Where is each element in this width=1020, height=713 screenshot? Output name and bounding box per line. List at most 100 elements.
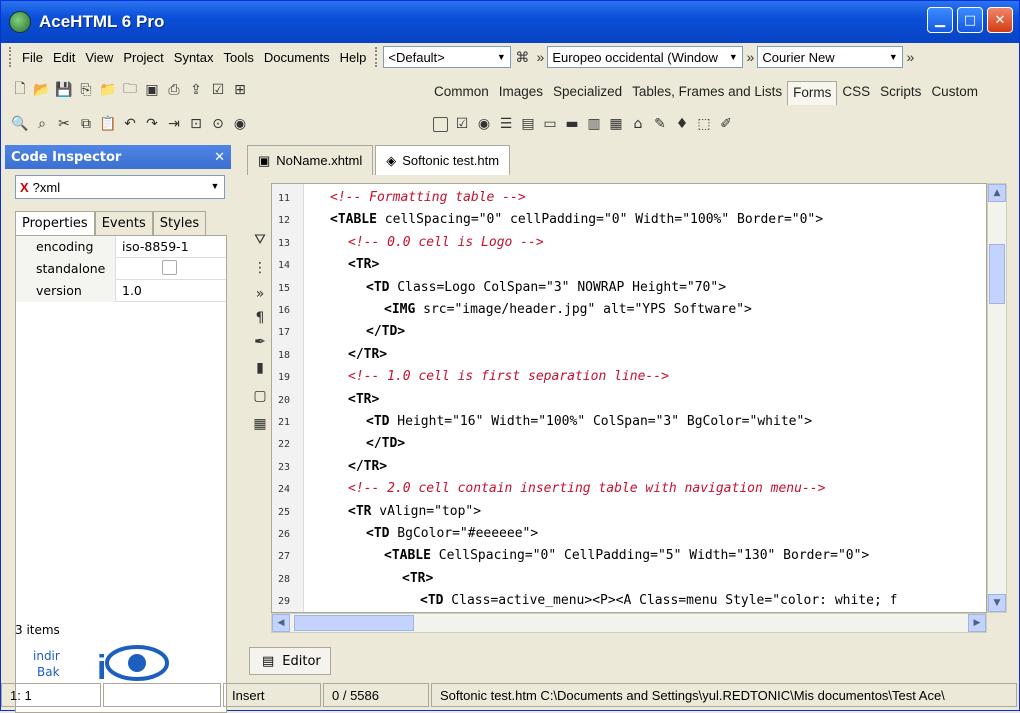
save-all-icon[interactable]: ⎘ [75,79,97,101]
horizontal-scrollbar[interactable]: ◀ ▶ [271,613,987,633]
tab-events[interactable]: Events [94,211,153,235]
code-line[interactable]: <IMG src="image/header.jpg" alt="YPS Sof… [384,302,752,317]
browser-icon[interactable]: ◉ [229,113,251,135]
legend-icon[interactable]: ⬚ [693,113,715,135]
tab-custom[interactable]: Custom [926,81,983,105]
scroll-up-icon[interactable]: ▲ [988,184,1006,202]
code-line[interactable]: <TD Height="16" Width="100%" ColSpan="3"… [366,414,812,429]
scroll-down-icon[interactable]: ▼ [988,594,1006,612]
code-line[interactable]: </TR> [348,347,387,362]
property-value[interactable]: 1.0 [116,283,142,298]
menu-tools[interactable]: Tools [219,50,259,65]
close-button[interactable]: ✕ [987,7,1013,33]
property-value[interactable] [116,259,177,278]
database-icon[interactable]: ▮ [249,357,271,379]
encoding-select[interactable]: Europeo occidental (Window ▼ [547,46,744,68]
property-row[interactable]: encoding iso-8859-1 [16,235,226,258]
menu-documents[interactable]: Documents [259,50,335,65]
comment-icon[interactable]: ▢ [249,385,271,407]
radio-icon[interactable]: ◉ [473,113,495,135]
code-line[interactable]: </TD> [366,436,405,451]
doc-tab-softonic[interactable]: ◈ Softonic test.htm [375,145,511,175]
tab-images[interactable]: Images [494,81,548,105]
open-file-icon[interactable]: 📂 [31,79,53,101]
scroll-thumb[interactable] [989,244,1005,304]
code-line[interactable]: <TD Class=active_menu><P><A Class=menu S… [420,593,897,608]
tab-css[interactable]: CSS [837,81,875,105]
preview-icon[interactable]: ▣ [141,79,163,101]
print-icon[interactable]: ⎙ [163,79,185,101]
menu-project[interactable]: Project [118,50,168,65]
tab-scripts[interactable]: Scripts [875,81,926,105]
cut-icon[interactable]: ✂ [53,113,75,135]
code-line[interactable]: <TD BgColor="#eeeeee"> [366,526,538,541]
property-value[interactable]: iso-8859-1 [116,239,189,254]
standalone-checkbox[interactable] [162,259,177,275]
code-line[interactable]: <!-- Formatting table --> [330,190,526,205]
table-icon[interactable]: ▦ [249,413,271,435]
vertical-scrollbar[interactable]: ▲ ▼ [987,183,1007,613]
image-button-icon[interactable]: ▦ [605,113,627,135]
tab-forms[interactable]: Forms [787,81,838,105]
find-next-icon[interactable]: ⌕ [31,113,53,135]
font-select[interactable]: Courier New ▼ [757,46,904,68]
code-line[interactable]: <TR> [348,392,379,407]
scroll-left-icon[interactable]: ◀ [272,614,290,632]
menu-edit[interactable]: Edit [48,50,80,65]
menu-syntax[interactable]: Syntax [169,50,219,65]
submit-icon[interactable]: ▬ [561,113,583,135]
button-icon[interactable]: ▭ [539,113,561,135]
redo-icon[interactable]: ↷ [141,113,163,135]
project-folder-icon[interactable]: 🗀 [119,79,141,101]
toolbar-grip[interactable] [9,47,13,67]
indent-icon[interactable]: ⇥ [163,113,185,135]
save-icon[interactable]: 💾 [53,79,75,101]
pen-icon[interactable]: ✒ [249,331,271,353]
paste-icon[interactable]: 📋 [97,113,119,135]
copy-icon[interactable]: ⧉ [75,113,97,135]
code-line[interactable]: <!-- 1.0 cell is first separation line--… [348,369,669,384]
code-line[interactable]: </TD> [366,324,405,339]
code-line[interactable]: <TR vAlign="top"> [348,504,481,519]
label-icon[interactable]: ✎ [649,113,671,135]
code-line[interactable]: <TR> [402,571,433,586]
code-line[interactable]: <TABLE CellSpacing="0" CellPadding="5" W… [384,548,869,563]
minimize-button[interactable]: ▁ [927,7,953,33]
more-icon[interactable]: » [903,46,917,68]
code-line[interactable]: <TR> [348,257,379,272]
element-select[interactable]: X ?xml ▼ [15,175,225,199]
more-icon[interactable]: » [249,283,271,305]
undo-icon[interactable]: ↶ [119,113,141,135]
code-line[interactable]: <TD Class=Logo ColSpan="3" NOWRAP Height… [366,280,726,295]
fieldset-icon[interactable]: ♦ [671,113,693,135]
zoom-icon[interactable]: ⊙ [207,113,229,135]
find-icon[interactable]: 🔍 [9,113,31,135]
open-folder-icon[interactable]: 📁 [97,79,119,101]
tab-properties[interactable]: Properties [15,211,95,235]
close-icon[interactable]: ✕ [214,150,225,165]
checkbox-icon[interactable]: ☑ [451,113,473,135]
paragraph-icon[interactable]: ¶ [249,307,271,329]
menu-help[interactable]: Help [335,50,372,65]
tab-specialized[interactable]: Specialized [548,81,627,105]
code-line[interactable]: <!-- 2.0 cell contain inserting table wi… [348,481,825,496]
character-map-icon[interactable]: ⌘ [511,46,533,68]
form-icon[interactable] [429,113,451,135]
editor-tab[interactable]: ▤ Editor [249,647,331,675]
code-line[interactable]: <TABLE cellSpacing="0" cellPadding="0" W… [330,212,823,227]
ruler-icon[interactable]: ⋮ [249,257,271,279]
textarea-icon[interactable]: ▤ [517,113,539,135]
tab-styles[interactable]: Styles [152,211,207,235]
code-editor[interactable]: 11 12 13 14 15 16 17 18 19 20 21 22 23 24 25 26 27 28 29 <… [271,183,987,613]
validate-icon[interactable]: ☑ [207,79,229,101]
script-icon[interactable]: ✐ [715,113,737,135]
code-line[interactable]: </TR> [348,459,387,474]
upload-icon[interactable]: ⇪ [185,79,207,101]
maximize-button[interactable]: □ [957,7,983,33]
template-icon[interactable]: ⊞ [229,79,251,101]
more-icon[interactable]: » [743,46,757,68]
textfield-icon[interactable]: ☰ [495,113,517,135]
more-icon[interactable]: » [533,46,547,68]
filter-icon[interactable]: ⛛ [249,229,271,251]
toolbar-grip[interactable] [375,47,379,67]
